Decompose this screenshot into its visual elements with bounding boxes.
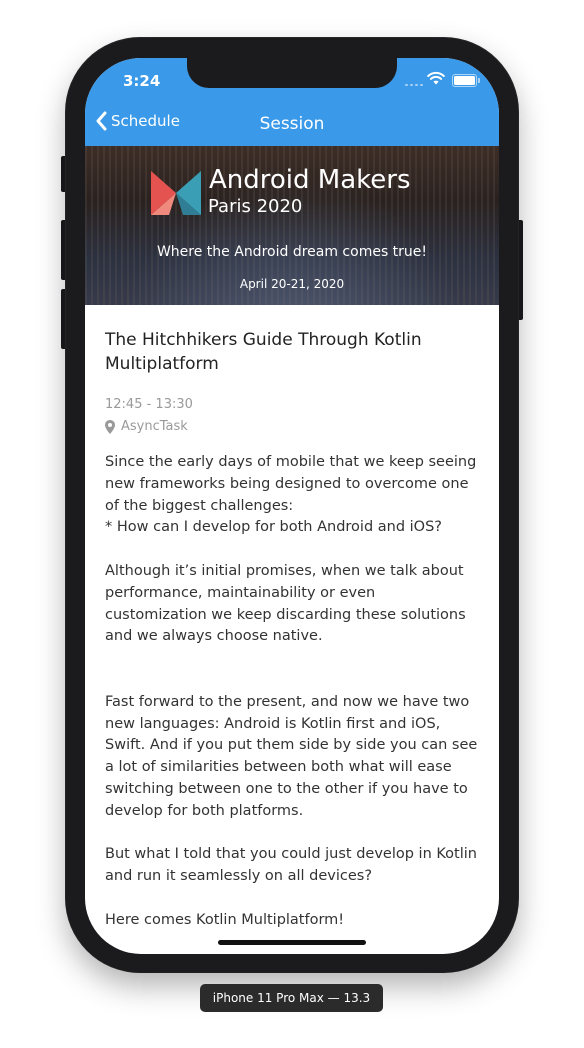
status-time: 3:24 <box>123 72 161 90</box>
description-spacer <box>105 888 481 910</box>
cellular-signal-icon <box>405 80 425 86</box>
location-pin-icon <box>105 420 115 434</box>
banner-tagline: Where the Android dream comes true! <box>156 244 428 260</box>
banner-title: Android Makers <box>209 165 411 195</box>
description-paragraph: Here comes Kotlin Multiplatform! <box>105 911 345 928</box>
description-paragraph: Although it’s initial promises, when we … <box>105 562 466 645</box>
session-room: AsyncTask <box>121 419 188 434</box>
page-title: Session <box>259 114 325 134</box>
description-spacer <box>105 823 481 845</box>
simulator-device-label: iPhone 11 Pro Max — 13.3 <box>200 984 383 1012</box>
description-spacer <box>105 539 481 561</box>
device-screen: 3:24 Schedule Session Android Makers Par… <box>85 58 499 954</box>
session-location: AsyncTask <box>105 416 481 438</box>
battery-icon <box>452 74 477 87</box>
home-indicator[interactable] <box>218 940 366 945</box>
event-banner: Android Makers Paris 2020 Where the Andr… <box>85 146 499 305</box>
banner-date: April 20-21, 2020 <box>239 277 345 291</box>
session-time: 12:45 - 13:30 <box>105 397 193 412</box>
description-spacer <box>105 648 481 670</box>
description-paragraph: But what I told that you could just deve… <box>105 846 477 885</box>
android-makers-logo <box>151 171 201 215</box>
description-paragraph: Fast forward to the present, and now we … <box>105 693 478 819</box>
notch <box>187 58 397 88</box>
banner-subtitle: Paris 2020 <box>208 196 303 217</box>
description-paragraph: * How can I develop for both Android and… <box>105 519 442 536</box>
wifi-icon <box>427 71 445 85</box>
session-title: The Hitchhikers Guide Through Kotlin Mul… <box>105 330 422 374</box>
navigation-bar: 3:24 Schedule Session <box>85 58 499 146</box>
session-details: The Hitchhikers Guide Through Kotlin Mul… <box>105 328 481 932</box>
description-spacer <box>105 670 481 692</box>
battery-tip <box>478 78 480 83</box>
session-description: Since the early days of mobile that we k… <box>105 452 481 932</box>
description-paragraph: Since the early days of mobile that we k… <box>105 454 477 514</box>
